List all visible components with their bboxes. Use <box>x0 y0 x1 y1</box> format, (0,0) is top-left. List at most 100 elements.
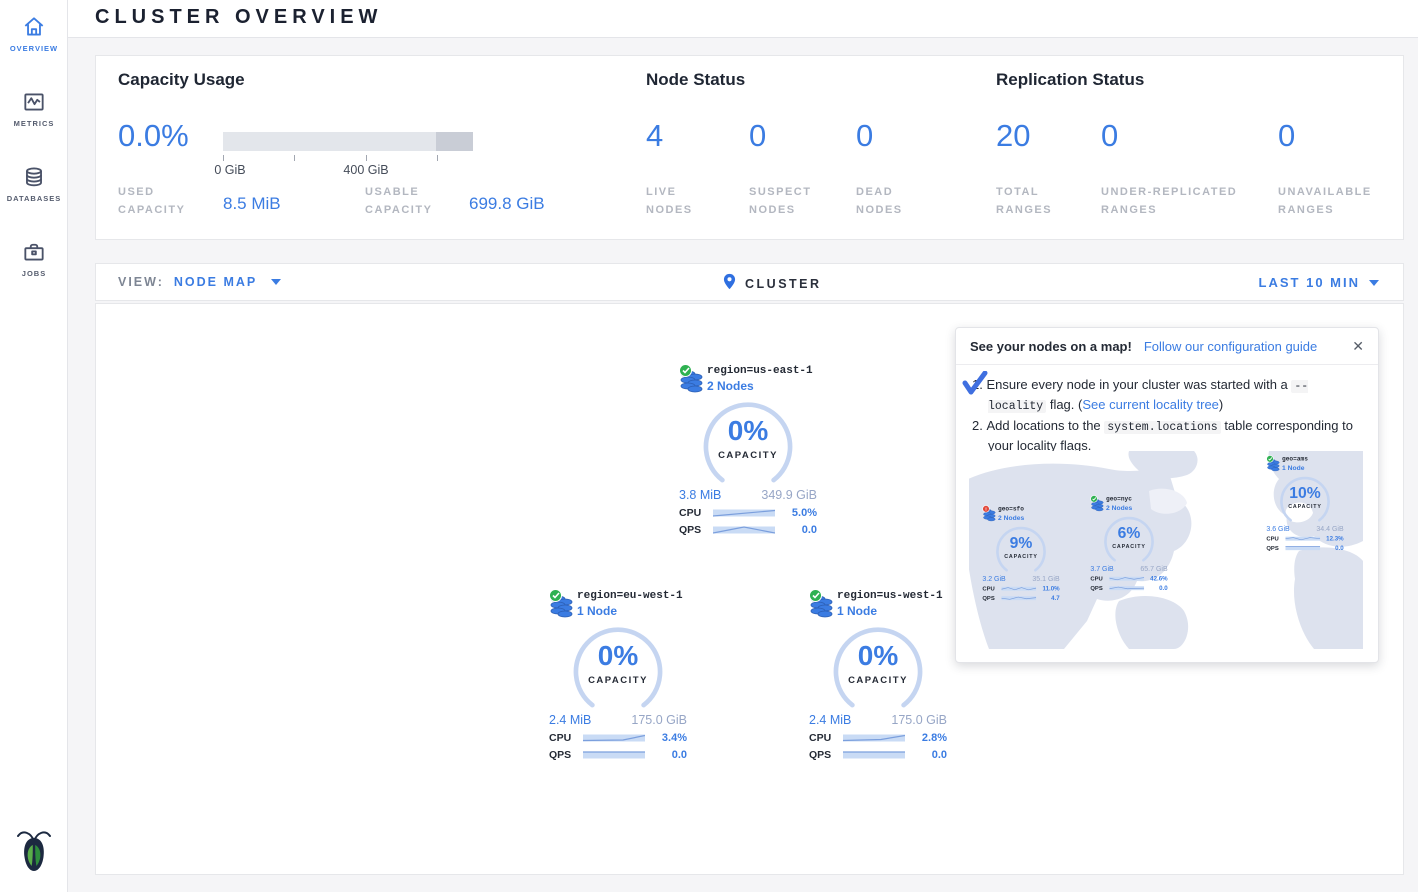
capacity-gauge-percent: 0% <box>543 642 693 670</box>
live-nodes-label: LIVENODES <box>646 184 693 219</box>
qps-sparkline <box>583 749 645 761</box>
cpu-sparkline <box>713 507 775 519</box>
node-count-link[interactable]: 1 Node <box>837 604 877 618</box>
view-label: VIEW: <box>118 275 164 289</box>
capacity-gauge-percent: 0% <box>803 642 953 670</box>
sidebar-item-label: JOBS <box>0 269 68 278</box>
page-title: CLUSTER OVERVIEW <box>95 6 382 29</box>
node-warning-icon: ! <box>982 505 989 512</box>
jobs-icon <box>0 239 68 265</box>
node-count-link[interactable]: 2 Nodes <box>707 379 754 393</box>
sidebar: OVERVIEW METRICS DATABASES JOBS <box>0 0 68 892</box>
cpu-metric-row: CPU 5.0% <box>673 507 823 519</box>
example-map-image: ! geo=sfo 2 Nodes 9% CAPACITY 3.2 GiB 35… <box>969 451 1363 649</box>
sidebar-item-label: METRICS <box>0 119 68 128</box>
total-ranges-value: 20 <box>996 120 1030 151</box>
view-value[interactable]: NODE MAP <box>174 275 257 289</box>
sidebar-item-jobs[interactable]: JOBS <box>0 225 68 278</box>
time-range-selector[interactable]: LAST 10 MIN <box>1259 275 1379 290</box>
node-region-label: region=us-east-1 <box>707 360 823 377</box>
qps-label: QPS <box>809 749 843 761</box>
capacity-gauge: 0% CAPACITY <box>803 625 953 711</box>
capacity-bar-reserved-segment <box>436 132 473 151</box>
sidebar-item-label: OVERVIEW <box>0 44 68 53</box>
database-stack-icon <box>549 591 574 623</box>
node-used-capacity: 3.8 MiB <box>679 488 721 502</box>
cpu-value: 2.8% <box>922 732 947 744</box>
used-capacity-label: USED CAPACITY <box>118 184 185 219</box>
chevron-down-icon <box>271 279 281 285</box>
dead-nodes-label: DEADNODES <box>856 184 903 219</box>
capacity-bar <box>223 132 473 151</box>
capacity-tick-0: 0 GiB <box>214 163 245 177</box>
view-selector[interactable]: VIEW: NODE MAP <box>118 275 281 289</box>
total-ranges-label: TOTALRANGES <box>996 184 1052 219</box>
replication-status-title: Replication Status <box>996 70 1144 90</box>
qps-metric-row: QPS 0.0 <box>673 524 823 536</box>
capacity-gauge-label: CAPACITY <box>673 450 823 461</box>
node-map-setup-tooltip: See your nodes on a map! Follow our conf… <box>955 327 1379 663</box>
node-region-label: region=us-west-1 <box>837 585 953 602</box>
cpu-label: CPU <box>549 732 583 744</box>
qps-metric-row: QPS 0.0 <box>803 749 953 761</box>
qps-label: QPS <box>679 524 713 536</box>
node-healthy-icon <box>679 364 692 377</box>
node-healthy-icon <box>1090 495 1097 502</box>
capacity-gauge-label: CAPACITY <box>543 675 693 686</box>
sidebar-item-label: DATABASES <box>0 194 68 203</box>
metrics-icon <box>0 89 68 115</box>
sidebar-item-databases[interactable]: DATABASES <box>0 150 68 203</box>
node-used-capacity: 2.4 MiB <box>549 713 591 727</box>
breadcrumb: CLUSTER <box>723 273 822 295</box>
cpu-metric-row: CPU 3.4% <box>543 732 693 744</box>
node-count-link: 2 Nodes <box>1106 504 1132 512</box>
locality-tree-link[interactable]: See current locality tree <box>1082 397 1219 412</box>
chevron-down-icon <box>1369 280 1379 286</box>
node-total-capacity: 349.9 GiB <box>761 488 817 502</box>
tooltip-title: See your nodes on a map! <box>970 339 1132 354</box>
configuration-guide-link[interactable]: Follow our configuration guide <box>1144 339 1317 354</box>
map-node-us-west-1: region=us-west-1 1 Node 0% CAPACITY 2.4 … <box>803 585 953 761</box>
home-icon <box>0 14 68 40</box>
cockroachdb-logo <box>13 827 55 878</box>
capacity-percent: 0.0% <box>118 120 189 151</box>
cpu-metric-row: CPU 2.8% <box>803 732 953 744</box>
cpu-label: CPU <box>809 732 843 744</box>
node-total-capacity: 175.0 GiB <box>891 713 947 727</box>
breadcrumb-cluster[interactable]: CLUSTER <box>745 277 822 291</box>
example-node-geo-nyc: geo=nyc 2 Nodes 6% CAPACITY 3.7 GiB 65.7… <box>1087 493 1171 592</box>
example-node-geo-sfo: ! geo=sfo 2 Nodes 9% CAPACITY 3.2 GiB 35… <box>979 503 1063 602</box>
under-replicated-value: 0 <box>1101 120 1118 151</box>
capacity-tick-400: 400 GiB <box>343 163 388 177</box>
qps-metric-row: QPS 0.0 <box>543 749 693 761</box>
node-status-title: Node Status <box>646 70 745 90</box>
database-stack-icon: ! <box>982 506 996 524</box>
time-range-value: LAST 10 MIN <box>1259 275 1360 290</box>
map-node-us-east-1: region=us-east-1 2 Nodes 0% CAPACITY 3.8… <box>673 360 823 536</box>
tooltip-header: See your nodes on a map! Follow our conf… <box>956 328 1378 365</box>
usable-capacity-value: 699.8 GiB <box>469 194 545 214</box>
node-region-label: geo=nyc <box>1106 493 1171 503</box>
unavailable-ranges-value: 0 <box>1278 120 1295 151</box>
example-node-geo-ams: geo=ams 1 Node 10% CAPACITY 3.6 GiB 34.4… <box>1263 453 1347 552</box>
sidebar-item-metrics[interactable]: METRICS <box>0 75 68 128</box>
cpu-value: 5.0% <box>792 507 817 519</box>
cpu-sparkline <box>583 732 645 744</box>
close-icon[interactable]: ✕ <box>1352 338 1364 355</box>
qps-sparkline <box>713 524 775 536</box>
used-capacity-value: 8.5 MiB <box>223 194 281 214</box>
database-stack-icon <box>1266 456 1280 474</box>
node-count-link[interactable]: 1 Node <box>577 604 617 618</box>
node-healthy-icon <box>1266 455 1273 462</box>
node-count-link: 2 Nodes <box>998 514 1024 522</box>
database-stack-icon <box>1090 496 1104 514</box>
database-stack-icon <box>679 366 704 398</box>
map-node-eu-west-1: region=eu-west-1 1 Node 0% CAPACITY 2.4 … <box>543 585 693 761</box>
cpu-label: CPU <box>679 507 713 519</box>
node-healthy-icon <box>809 589 822 602</box>
capacity-usage-title: Capacity Usage <box>118 70 245 90</box>
map-pin-icon <box>723 273 736 295</box>
sidebar-item-overview[interactable]: OVERVIEW <box>0 0 68 53</box>
node-region-label: geo=sfo <box>998 503 1063 513</box>
tooltip-step-1: 1. Ensure every node in your cluster was… <box>972 376 1364 415</box>
